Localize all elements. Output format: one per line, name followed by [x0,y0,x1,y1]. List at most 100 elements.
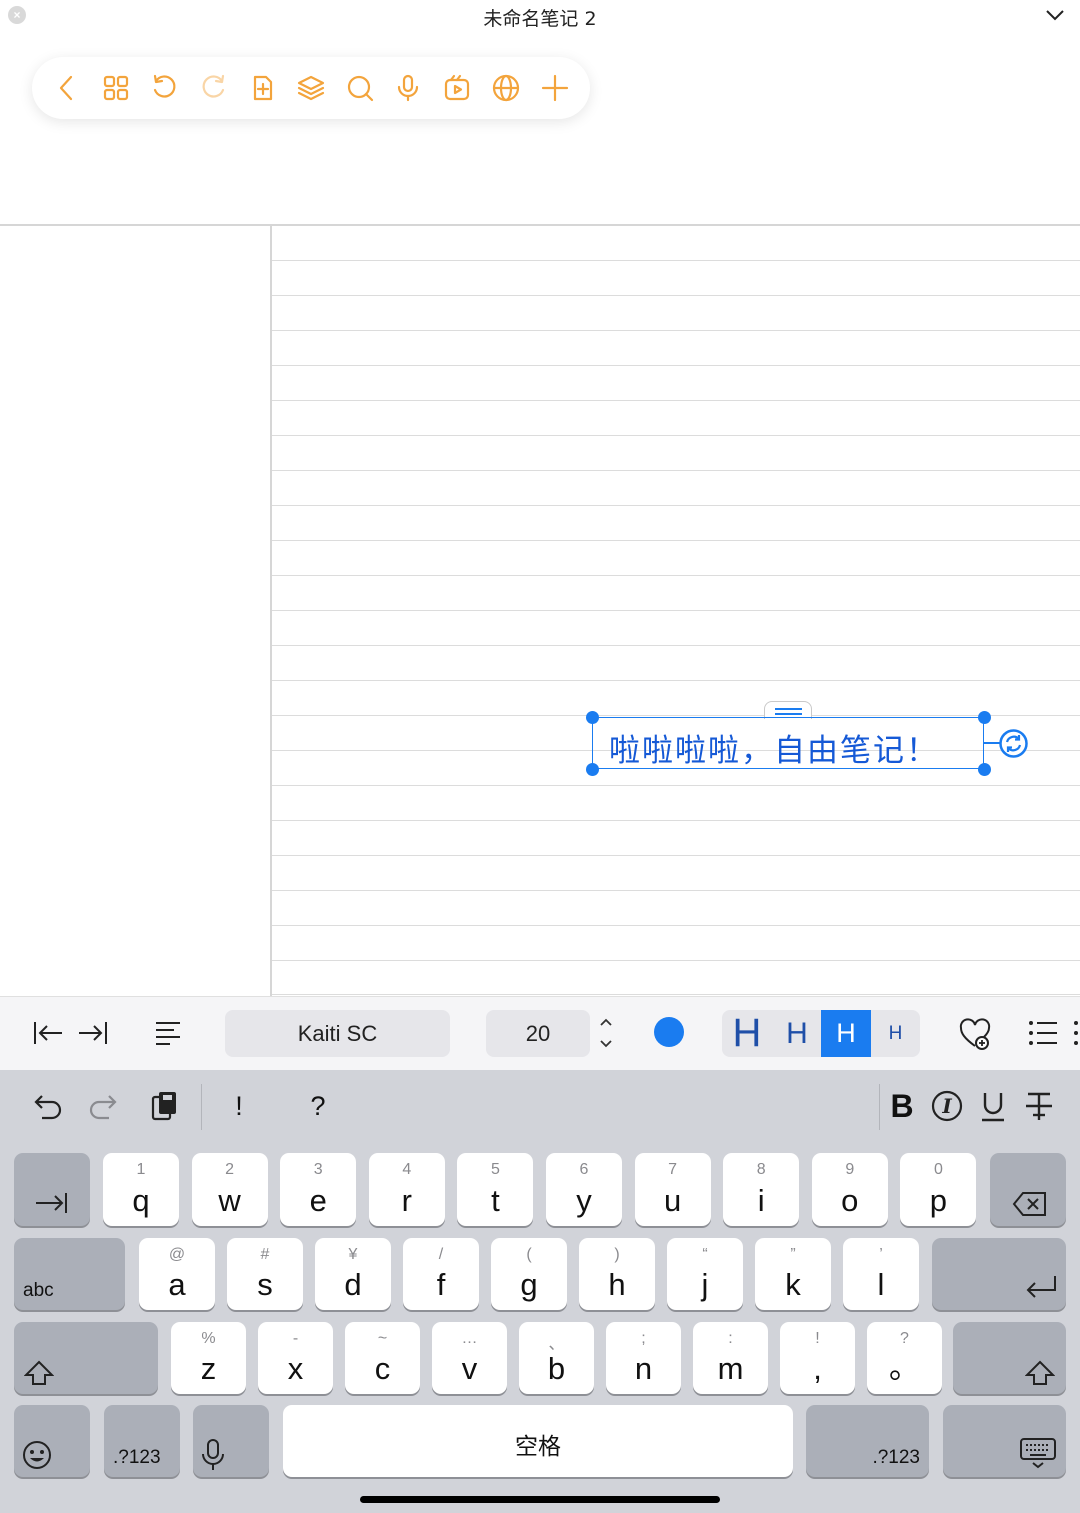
dismiss-keyboard-key[interactable] [943,1405,1066,1477]
shift-key-left[interactable] [14,1322,158,1394]
key-row3-1[interactable]: -x [258,1322,333,1394]
text-format-bar: Kaiti SC 20 H H H H [0,996,1080,1070]
selected-text-box[interactable]: 啦啦啦啦，自由笔记！ [592,717,984,769]
key-row3-3[interactable]: … v [432,1322,507,1394]
italic-icon[interactable]: I [930,1088,964,1124]
keyboard-redo-icon[interactable] [87,1088,123,1124]
key-row3-5[interactable]: ; n [606,1322,681,1394]
shift-key-right[interactable] [953,1322,1066,1394]
key-row2-3[interactable]: / f [403,1238,479,1310]
heading-1-option[interactable]: H [722,1010,772,1057]
key-row1-0[interactable]: 1q [103,1153,179,1226]
key-row2-5[interactable]: ) h [579,1238,655,1310]
key-row3-4[interactable]: 、 b [519,1322,594,1394]
key-row2-6[interactable]: “j [667,1238,743,1310]
return-key[interactable] [932,1238,1066,1310]
key-row2-0[interactable]: @ a [139,1238,215,1310]
key-row1-9[interactable]: 0p [900,1153,977,1226]
add-button[interactable] [538,71,572,105]
resize-handle-bottom-left[interactable] [586,763,599,776]
key-row3-0[interactable]: % z [171,1322,246,1394]
key-row1-7[interactable]: 8i [723,1153,800,1226]
resize-handle-top-right[interactable] [978,711,991,724]
space-key[interactable]: 空格 [283,1405,793,1477]
chevron-down-icon[interactable] [1044,4,1066,26]
heading-4-option[interactable]: H [871,1010,920,1057]
favorite-style-icon[interactable] [958,1017,992,1051]
key-row2-4[interactable]: (g [491,1238,567,1310]
numbers-key-right[interactable]: .?123 [806,1405,929,1477]
pages-grid-button[interactable] [99,71,133,105]
key-row2-7[interactable]: ” k [755,1238,831,1310]
keyboard-undo-icon[interactable] [28,1088,64,1124]
heading-2-option[interactable]: H [772,1010,822,1057]
resize-handle-bottom-right[interactable] [978,763,991,776]
key-row3-8[interactable]: ?。 [867,1322,942,1394]
tab-key[interactable] [14,1153,90,1226]
text-color-swatch[interactable] [654,1017,684,1047]
textbox-content[interactable]: 啦啦啦啦，自由笔记！ [609,725,939,770]
key-secondary-label: 3 [313,1161,323,1178]
chevron-up-icon[interactable] [599,1017,613,1027]
bold-button[interactable]: B [885,1088,919,1124]
key-row2-1[interactable]: # s [227,1238,303,1310]
record-audio-button[interactable] [391,71,425,105]
align-left-icon[interactable] [154,1019,182,1047]
rotate-icon[interactable] [998,728,1029,759]
chevron-down-icon[interactable] [599,1039,613,1049]
heading-3-option[interactable]: H [821,1010,871,1057]
key-secondary-label: 4 [402,1161,412,1178]
key-secondary-label: 0 [933,1161,943,1178]
key-secondary-label: @ [168,1246,186,1263]
key-secondary-label: 6 [579,1161,589,1178]
globe-icon [492,74,520,102]
redo-button[interactable] [196,71,230,105]
key-row1-5[interactable]: 6y [546,1153,622,1226]
key-row1-2[interactable]: 3e [280,1153,357,1226]
undo-button[interactable] [148,71,182,105]
search-button[interactable] [343,71,377,105]
back-button[interactable] [50,71,84,105]
key-secondary-label: 8 [756,1161,766,1178]
font-size-stepper[interactable] [596,1007,616,1059]
search-icon [347,75,374,102]
bullet-list-icon[interactable] [1028,1019,1080,1047]
key-primary-label: y [576,1183,592,1218]
add-page-button[interactable] [245,71,279,105]
key-row3-7[interactable]: !, [780,1322,855,1394]
underline-icon[interactable] [976,1088,1010,1124]
font-size-field[interactable]: 20 [486,1010,590,1057]
key-row1-8[interactable]: 9o [811,1153,888,1226]
dictation-key[interactable] [193,1405,269,1477]
numbers-key-left[interactable]: .?123 [104,1405,180,1477]
outdent-icon[interactable] [32,1019,64,1047]
key-secondary-label: : [728,1330,733,1347]
key-row1-6[interactable]: 7u [634,1153,711,1226]
emoji-key[interactable] [14,1405,90,1477]
space-key-label: 空格 [515,1434,561,1460]
layers-button[interactable] [294,71,328,105]
paste-icon[interactable] [146,1088,182,1124]
key-row1-3[interactable]: 4r [368,1153,445,1226]
key-row2-8[interactable]: ’ l [843,1238,919,1310]
media-button[interactable] [440,71,474,105]
key-row2-2[interactable]: ¥ d [315,1238,391,1310]
abc-key[interactable]: abc [14,1238,125,1310]
key-row1-1[interactable]: 2w [191,1153,268,1226]
key-row3-2[interactable]: ~ c [345,1322,420,1394]
note-title[interactable]: 未命名笔记 2 [0,4,1080,31]
web-button[interactable] [489,71,523,105]
key-primary-label: a [168,1267,186,1302]
font-family-picker[interactable]: Kaiti SC [225,1010,450,1057]
indent-icon[interactable] [77,1019,109,1047]
resize-handle-top-left[interactable] [586,711,599,724]
exclaim-shortcut[interactable]: ! [224,1088,254,1124]
delete-key[interactable] [990,1153,1066,1226]
strikethrough-icon[interactable] [1022,1088,1056,1124]
key-primary-label: n [634,1351,653,1386]
keyboard-shortcut-bar: ! ? B I [0,1070,1080,1142]
key-row3-6[interactable]: :m [693,1322,768,1394]
question-shortcut[interactable]: ? [303,1088,333,1124]
ruled-page[interactable] [272,226,1080,996]
key-row1-4[interactable]: 5t [457,1153,534,1226]
